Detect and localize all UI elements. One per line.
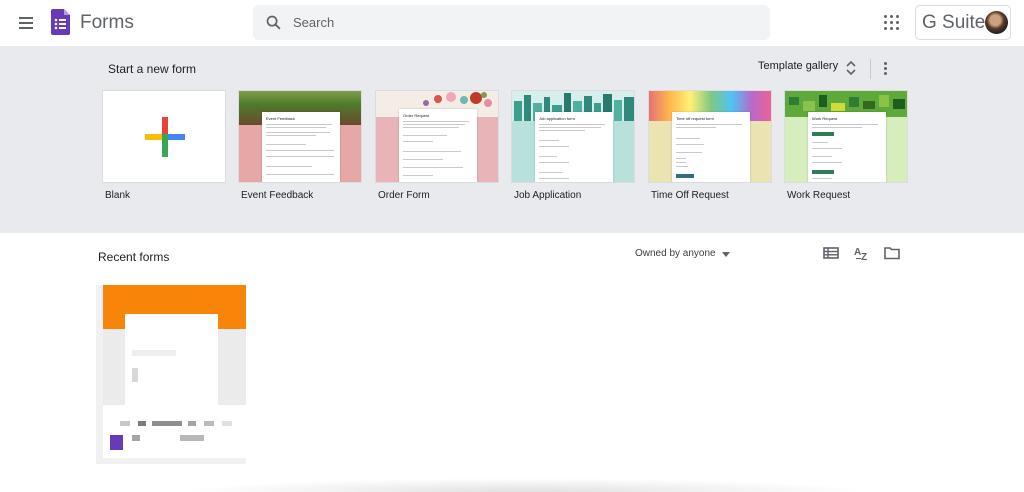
template-gallery-button[interactable]: Template gallery [758,60,838,72]
template-preview: Order Request [399,109,477,182]
forms-logo-icon[interactable] [51,9,70,35]
gsuite-badge: G Suite [922,12,986,33]
apps-grid-icon[interactable] [884,15,900,31]
template-section: Start a new form Template gallery Blank … [0,46,1024,233]
template-preview: Event Feedback [262,112,340,182]
search-input[interactable] [293,5,753,40]
template-form-title: Time off request form [676,116,714,121]
top-app-bar: Forms G Suite [0,0,1024,46]
template-section-heading: Start a new form [108,62,197,76]
redacted-text [188,421,196,426]
redacted-text [138,421,146,426]
menu-icon [19,17,33,19]
template-label: Order Form [378,190,430,201]
app-title[interactable]: Forms [80,12,134,34]
template-form-title: Job application form [539,116,575,121]
menu-icon-bar [19,22,33,24]
folder-icon[interactable] [884,245,900,261]
svg-text:Z: Z [861,252,867,263]
caret-down-icon[interactable] [722,252,730,257]
redacted-text [152,421,182,426]
template-label: Work Request [787,190,851,201]
template-order-form[interactable]: Order Request [375,90,499,183]
main-menu-button[interactable] [14,11,38,35]
plus-icon [145,117,185,157]
template-time-off-request[interactable]: Time off request form [648,90,772,183]
template-form-title: Order Request [403,113,430,118]
unfold-icon[interactable] [845,60,857,76]
template-work-request[interactable]: Work Request [784,90,908,183]
sort-az-icon[interactable]: A Z [853,245,871,263]
template-preview: Work Request [808,112,886,182]
redacted-text [132,368,138,382]
form-file-icon [110,435,123,450]
template-label: Time Off Request [651,190,729,201]
list-view-icon[interactable] [823,245,839,261]
form-card-footer [103,405,246,458]
template-label: Event Feedback [241,190,314,201]
template-form-title: Work Request [812,116,838,121]
search-bar[interactable] [253,5,770,40]
template-preview: Time off request form [672,112,750,182]
divider [870,59,871,79]
template-form-title: Event Feedback [266,116,295,121]
redacted-text [132,350,176,356]
template-blank[interactable] [102,90,226,183]
account-button[interactable]: G Suite [915,5,1011,40]
redacted-text [222,421,232,426]
redacted-text [204,421,214,426]
search-icon[interactable] [265,14,282,31]
template-preview: Job application form [535,112,613,182]
template-event-feedback[interactable]: Event Feedback [238,90,362,183]
template-label: Job Application [514,190,582,201]
redacted-text [120,421,130,426]
more-vert-icon[interactable] [880,60,892,76]
avatar[interactable] [985,11,1008,34]
recent-form-card[interactable] [96,285,246,464]
form-thumbnail-sheet [125,314,218,405]
redacted-text [132,435,140,441]
template-job-application[interactable]: Job application form [511,90,635,183]
owner-filter-dropdown[interactable]: Owned by anyone [635,248,716,259]
redacted-text [180,435,204,441]
recent-forms-heading: Recent forms [98,250,170,264]
menu-icon-bar [19,27,33,29]
template-label: Blank [105,190,131,201]
scroll-shadow [180,478,870,492]
